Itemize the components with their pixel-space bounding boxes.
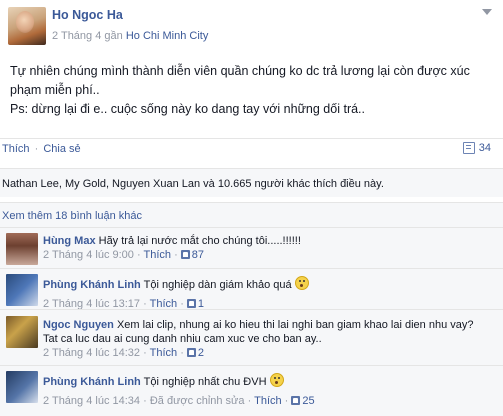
comment-body: Hùng Max Hãy trả lại nước mắt cho chúng …	[43, 234, 301, 262]
post-text-line: phạm miễn phí..	[10, 83, 100, 97]
post-near: gần	[104, 30, 123, 42]
post-meta: 2 Tháng 4 gần Ho Chi Minh City	[52, 30, 208, 42]
view-more-link[interactable]: Xem thêm 18 bình luận khác	[2, 210, 142, 222]
comment-icon	[462, 142, 475, 154]
comment-count-value: 34	[478, 142, 491, 154]
comment-count[interactable]: 34	[462, 142, 491, 154]
post-place[interactable]: Ho Chi Minh City	[126, 30, 209, 42]
comment-meta: 2 Tháng 4 lúc 14:32 · Thích · 2	[43, 347, 205, 359]
action-bar: Thích · Chia sẻ 34	[0, 138, 503, 161]
commenter-name[interactable]: Phùng Khánh Linh	[43, 279, 141, 291]
author-avatar[interactable]	[8, 7, 46, 45]
comment-edited[interactable]: Đã được chỉnh sửa	[150, 395, 245, 407]
commenter-avatar[interactable]	[6, 274, 38, 306]
likes-text[interactable]: Nathan Lee, My Gold, Nguyen Xuan Lan và …	[2, 178, 384, 190]
comment-like-button[interactable]: Thích	[150, 347, 178, 359]
like-button[interactable]: Thích	[2, 143, 30, 155]
post-text-line: Tự nhiên chúng mình thành diễn viên quần…	[10, 64, 470, 78]
commenter-name[interactable]: Ngoc Nguyen	[43, 319, 114, 331]
view-more-comments: Xem thêm 18 bình luận khác	[0, 202, 503, 227]
comment-text: Tội nghiệp nhất chu ĐVH	[143, 376, 267, 388]
comment-item: Ngoc Nguyen Xem lai clip, nhung ai ko hi…	[0, 309, 503, 365]
comment-like-button[interactable]: Thích	[254, 395, 282, 407]
comment-like-count[interactable]: 25	[302, 395, 314, 407]
commenter-name[interactable]: Phùng Khánh Linh	[43, 376, 141, 388]
comment-item: Phùng Khánh Linh Tội nghiệp dàn giám khả…	[0, 268, 503, 311]
thumbs-up-icon	[291, 396, 301, 405]
thumbs-up-icon	[186, 299, 196, 308]
comment-meta: 2 Tháng 4 lúc 14:34 · Đã được chỉnh sửa …	[43, 395, 315, 407]
post-text-line: Ps: dừng lại đi e.. cuộc sống này ko dan…	[10, 102, 365, 116]
comment-body: Phùng Khánh Linh Tội nghiệp dàn giám khả…	[43, 276, 309, 311]
likes-summary: Nathan Lee, My Gold, Nguyen Xuan Lan và …	[0, 168, 503, 197]
comment-item: Hùng Max Hãy trả lại nước mắt cho chúng …	[0, 227, 503, 268]
post-date[interactable]: 2 Tháng 4	[52, 30, 101, 42]
comment-like-count[interactable]: 2	[198, 347, 204, 359]
thumbs-up-icon	[180, 250, 190, 259]
worried-emoji-icon	[269, 373, 284, 387]
comment-text: Hãy trả lại nước mắt cho chúng tôi.....!…	[98, 235, 301, 247]
commenter-avatar[interactable]	[6, 371, 38, 403]
post-text: Tự nhiên chúng mình thành diễn viên quần…	[10, 62, 490, 119]
comment-time[interactable]: 2 Tháng 4 lúc 9:00	[43, 249, 134, 261]
comment-text-line2: Tat ca luc dau ai cung danh nhiu cam xuc…	[43, 333, 322, 345]
comment-body: Phùng Khánh Linh Tội nghiệp nhất chu ĐVH…	[43, 373, 315, 408]
commenter-name[interactable]: Hùng Max	[43, 235, 96, 247]
comment-body: Ngoc Nguyen Xem lai clip, nhung ai ko hi…	[43, 318, 473, 360]
commenter-avatar[interactable]	[6, 316, 38, 348]
thumbs-up-icon	[186, 348, 196, 357]
comment-meta: 2 Tháng 4 lúc 9:00 · Thích · 87	[43, 249, 205, 261]
author-name[interactable]: Ho Ngoc Ha	[52, 8, 123, 22]
share-button[interactable]: Chia sẻ	[43, 143, 80, 155]
commenter-avatar[interactable]	[6, 233, 38, 265]
comment-time[interactable]: 2 Tháng 4 lúc 14:34	[43, 395, 140, 407]
action-separator: ·	[34, 143, 39, 155]
comment-time[interactable]: 2 Tháng 4 lúc 14:32	[43, 347, 140, 359]
post-options-chevron-icon[interactable]	[482, 9, 492, 15]
comment-item: Phùng Khánh Linh Tội nghiệp nhất chu ĐVH…	[0, 365, 503, 416]
worried-emoji-icon	[294, 276, 309, 290]
comment-like-button[interactable]: Thích	[144, 249, 172, 261]
post-actions: Thích · Chia sẻ	[2, 143, 81, 155]
post-card: Ho Ngoc Ha 2 Tháng 4 gần Ho Chi Minh Cit…	[0, 0, 503, 416]
comment-text: Xem lai clip, nhung ai ko hieu thi lai n…	[116, 319, 474, 331]
comment-text: Tội nghiệp dàn giám khảo quá	[143, 279, 292, 291]
comment-like-count[interactable]: 87	[192, 249, 204, 261]
